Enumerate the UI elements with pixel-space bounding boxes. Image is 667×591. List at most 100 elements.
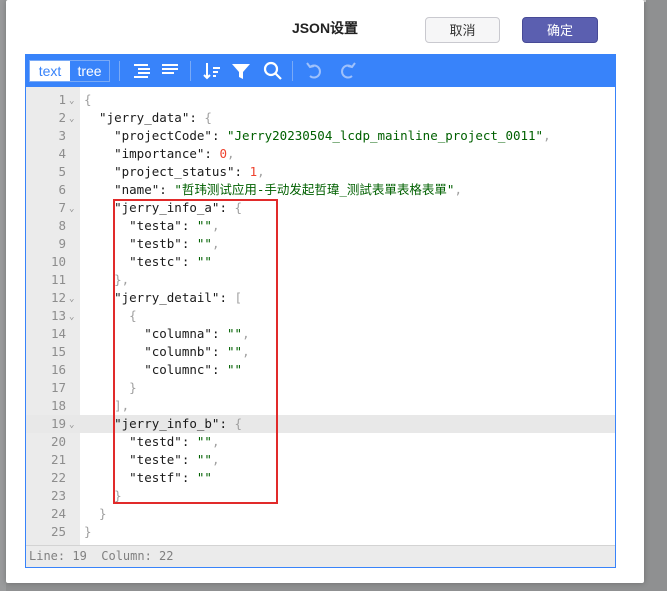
- line-number: 10: [50, 254, 66, 269]
- code-line[interactable]: 16 "columnc": "": [26, 361, 615, 379]
- line-number: 7: [58, 200, 66, 215]
- line-code: "testd": "",: [84, 433, 220, 451]
- code-line[interactable]: 20 "testd": "",: [26, 433, 615, 451]
- code-token: {: [84, 308, 137, 323]
- code-line[interactable]: 24 }: [26, 505, 615, 523]
- code-line[interactable]: 2 ⌄ "jerry_data": {: [26, 109, 615, 127]
- code-token: :: [189, 110, 205, 125]
- code-line[interactable]: 17 }: [26, 379, 615, 397]
- confirm-button[interactable]: 确定: [522, 17, 598, 43]
- code-line[interactable]: 6 "name": "哲玮测试应用-手动发起哲瑋_测試表單表格表單",: [26, 181, 615, 199]
- code-line[interactable]: 12 ⌄ "jerry_detail": [: [26, 289, 615, 307]
- code-line[interactable]: 7 ⌄ "jerry_info_a": {: [26, 199, 615, 217]
- code-token: :: [204, 146, 220, 161]
- code-token: :: [211, 128, 227, 143]
- code-token: }: [84, 380, 137, 395]
- code-line[interactable]: 8 "testa": "",: [26, 217, 615, 235]
- code-line[interactable]: 5 "project_status": 1,: [26, 163, 615, 181]
- line-code: "jerry_info_a": {: [84, 199, 242, 217]
- code-line[interactable]: 15 "columnb": "",: [26, 343, 615, 361]
- line-number: 4: [58, 146, 66, 161]
- line-code: },: [84, 271, 129, 289]
- code-line[interactable]: 1 ⌄ {: [26, 91, 615, 109]
- code-line[interactable]: 19 ⌄ "jerry_info_b": {: [26, 415, 615, 433]
- redo-icon[interactable]: [336, 60, 358, 82]
- code-token: "name": [84, 182, 160, 197]
- line-code: "columnc": "": [84, 361, 242, 379]
- code-line[interactable]: 23 }: [26, 487, 615, 505]
- code-token: "jerry_info_a": [84, 200, 220, 215]
- format-icon[interactable]: [131, 60, 153, 82]
- code-token: "jerry_info_b": [84, 416, 220, 431]
- code-line[interactable]: 18 ],: [26, 397, 615, 415]
- line-number: 8: [58, 218, 66, 233]
- line-code: "jerry_detail": [: [84, 289, 242, 307]
- line-number: 2: [58, 110, 66, 125]
- line-number: 1: [58, 92, 66, 107]
- code-token: "jerry_detail": [84, 290, 220, 305]
- fold-toggle-icon[interactable]: ⌄: [69, 416, 74, 434]
- code-line[interactable]: 9 "testb": "",: [26, 235, 615, 253]
- editor-toolbar: text tree: [26, 55, 615, 87]
- mode-text-button[interactable]: text: [30, 61, 70, 81]
- code-line[interactable]: 14 "columna": "",: [26, 325, 615, 343]
- code-token: {: [204, 110, 212, 125]
- code-token: "": [227, 362, 243, 377]
- code-token: :: [181, 434, 197, 449]
- filter-icon[interactable]: [230, 60, 252, 82]
- line-number: 17: [50, 380, 66, 395]
- code-token: },: [84, 272, 130, 287]
- compact-icon[interactable]: [159, 60, 181, 82]
- code-token: ,: [211, 434, 220, 449]
- code-token: "": [196, 218, 212, 233]
- code-line[interactable]: 4 "importance": 0,: [26, 145, 615, 163]
- line-number: 23: [50, 488, 66, 503]
- line-number: 18: [50, 398, 66, 413]
- code-token: "testb": [84, 236, 182, 251]
- code-token: "testd": [84, 434, 182, 449]
- code-token: :: [181, 236, 197, 251]
- fold-toggle-icon[interactable]: ⌄: [69, 308, 74, 326]
- line-number: 14: [50, 326, 66, 341]
- code-token: "": [196, 470, 212, 485]
- code-line[interactable]: 21 "teste": "",: [26, 451, 615, 469]
- fold-toggle-icon[interactable]: ⌄: [69, 290, 74, 308]
- code-token: "columnc": [84, 362, 212, 377]
- code-line[interactable]: 25}: [26, 523, 615, 541]
- code-token: :: [159, 182, 175, 197]
- line-code: "columna": "",: [84, 325, 249, 343]
- fold-toggle-icon[interactable]: ⌄: [69, 92, 74, 110]
- code-token: {: [84, 92, 92, 107]
- code-line[interactable]: 13 ⌄ {: [26, 307, 615, 325]
- code-token: ,: [211, 452, 220, 467]
- fold-toggle-icon[interactable]: ⌄: [69, 110, 74, 128]
- code-line[interactable]: 10 "testc": "": [26, 253, 615, 271]
- mode-switcher[interactable]: text tree: [29, 60, 110, 82]
- line-code: }: [84, 505, 107, 523]
- code-token: "": [227, 344, 243, 359]
- code-line[interactable]: 11 },: [26, 271, 615, 289]
- code-token: "project_status": [84, 164, 235, 179]
- code-area[interactable]: 1 ⌄{2 ⌄ "jerry_data": {3 "projectCode": "J…: [26, 87, 615, 545]
- toolbar-separator: [292, 61, 293, 81]
- mode-tree-button[interactable]: tree: [70, 61, 109, 81]
- code-token: "": [196, 254, 212, 269]
- code-token: "columna": [84, 326, 212, 341]
- code-token: :: [211, 362, 227, 377]
- cancel-button[interactable]: 取消: [425, 17, 500, 43]
- fold-toggle-icon[interactable]: ⌄: [69, 200, 74, 218]
- line-number: 20: [50, 434, 66, 449]
- line-code: }: [84, 487, 122, 505]
- undo-icon[interactable]: [304, 60, 326, 82]
- code-token: "columnb": [84, 344, 212, 359]
- line-code: ],: [84, 397, 129, 415]
- code-line[interactable]: 3 "projectCode": "Jerry20230504_lcdp_mai…: [26, 127, 615, 145]
- search-icon[interactable]: [262, 60, 284, 82]
- code-token: "importance": [84, 146, 205, 161]
- code-token: ,: [543, 128, 551, 143]
- code-line[interactable]: 22 "testf": "": [26, 469, 615, 487]
- sort-icon[interactable]: [202, 60, 224, 82]
- code-token: :: [219, 290, 235, 305]
- json-editor: text tree 1 ⌄{2 ⌄ "jerry_data": {3 "projec…: [25, 54, 616, 568]
- code-token: "teste": [84, 452, 182, 467]
